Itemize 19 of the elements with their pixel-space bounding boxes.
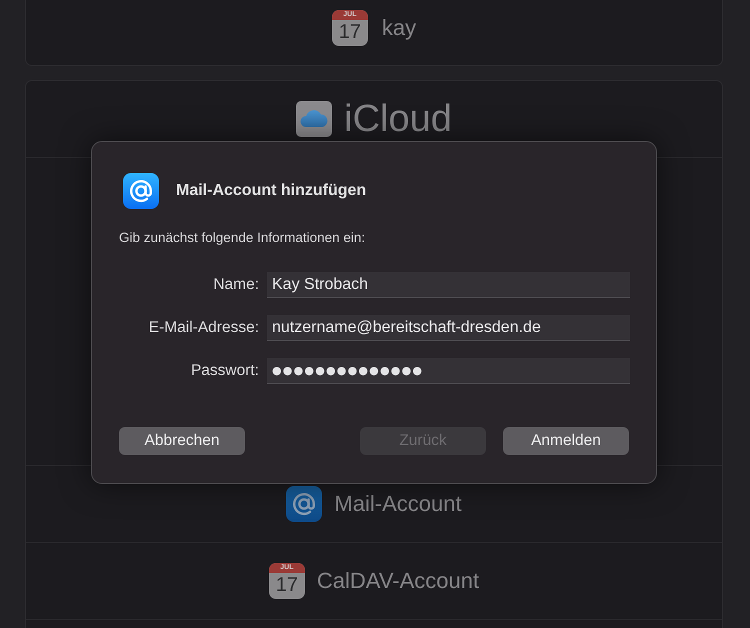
field-label: Passwort: <box>190 361 259 381</box>
dialog-title: Mail-Account hinzufügen <box>176 182 366 200</box>
at-sign-icon <box>123 173 159 209</box>
dialog-instructions: Gib zunächst folgende Informationen ein: <box>119 230 366 246</box>
dialog-button[interactable]: Anmelden <box>503 427 629 455</box>
field-label: Name: <box>212 275 259 295</box>
field-label: E-Mail-Adresse: <box>148 318 259 338</box>
provider-name: Mail-Account <box>334 491 462 517</box>
provider-name: CalDAV-Account <box>316 568 480 594</box>
calendar-day: 17 <box>276 573 298 598</box>
cloud-icon <box>296 101 332 137</box>
input-field[interactable]: Kay Strobach <box>267 272 630 298</box>
account-name: kay <box>382 15 416 41</box>
dialog-button[interactable]: Abbrechen <box>119 427 245 455</box>
password-field[interactable]: ●●●●●●●●●●●●●● <box>267 358 630 384</box>
input-field[interactable]: nutzername@bereitschaft-dresden.de <box>267 315 630 341</box>
provider-name: iCloud <box>344 97 452 141</box>
calendar-day: 17 <box>338 20 361 45</box>
at-sign-icon <box>286 486 322 522</box>
